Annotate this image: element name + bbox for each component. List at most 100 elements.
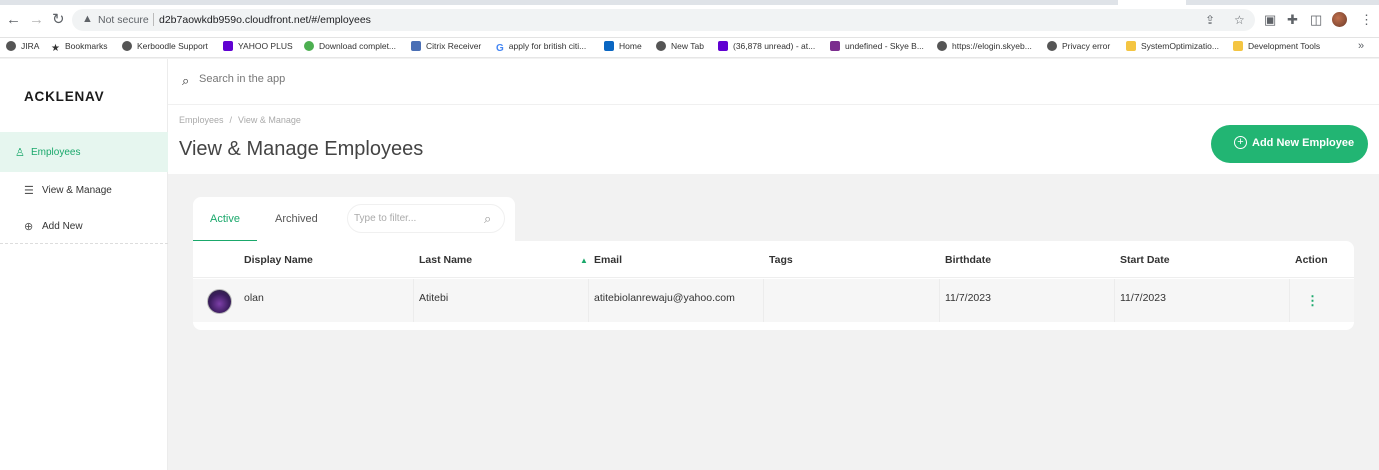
sidebar-item-label: View & Manage <box>42 185 112 196</box>
column-header-email[interactable]: Email <box>594 254 622 266</box>
globe-icon <box>122 41 132 51</box>
yahoo-icon <box>223 41 233 51</box>
bookmark-skye[interactable]: undefined - Skye B... <box>830 41 924 55</box>
skye-icon <box>830 41 840 51</box>
bookmark-label: (36,878 unread) - at... <box>733 41 816 51</box>
tab-archived[interactable]: Archived <box>275 213 318 225</box>
address-bar[interactable]: ▲ Not secure d2b7aowkdb959o.cloudfront.n… <box>72 9 1255 31</box>
puzzle-icon[interactable]: ✚ <box>1287 12 1298 28</box>
add-button-label: Add New Employee <box>1252 137 1355 149</box>
browser-toolbar: ← → ↻ ▲ Not secure d2b7aowkdb959o.cloudf… <box>0 0 1379 38</box>
sort-ascending-icon[interactable]: ▲ <box>580 256 588 265</box>
add-new-employee-button[interactable]: + Add New Employee <box>1211 125 1368 163</box>
bookmark-label: Download complet... <box>319 41 397 51</box>
breadcrumb-employees[interactable]: Employees <box>179 115 224 125</box>
bookmark-newtab[interactable]: New Tab <box>656 41 704 55</box>
column-divider <box>1114 279 1115 322</box>
employees-table: Display Name Last Name ▲ Email Tags Birt… <box>193 241 1354 330</box>
sidebar-item-view-manage[interactable]: ☰ View & Manage <box>0 181 168 201</box>
bookmark-label: Bookmarks <box>64 41 108 51</box>
column-divider <box>413 279 414 322</box>
table-header: Display Name Last Name ▲ Email Tags Birt… <box>193 241 1354 278</box>
column-header-start-date[interactable]: Start Date <box>1120 254 1170 266</box>
bookmark-home[interactable]: Home <box>604 41 642 55</box>
globe-icon <box>937 41 947 51</box>
globe-icon <box>656 41 666 51</box>
bookmark-label: Kerboodle Support <box>137 41 208 51</box>
star-icon[interactable]: ☆ <box>1234 13 1245 27</box>
cell-birthdate: 11/7/2023 <box>945 292 991 304</box>
column-header-tags[interactable]: Tags <box>769 254 793 266</box>
app-search-bar[interactable]: ⌕ Search in the app <box>168 59 1379 104</box>
bookmark-label: Development Tools <box>1248 41 1321 51</box>
bookmark-citrix[interactable]: Citrix Receiver <box>411 41 481 55</box>
bookmark-devtools[interactable]: Development Tools <box>1233 41 1320 55</box>
table-row[interactable]: olan Atitebi atitebiolanrewaju@yahoo.com… <box>193 279 1354 322</box>
url-text[interactable]: d2b7aowkdb959o.cloudfront.net/#/employee… <box>159 14 371 26</box>
filter-placeholder: Type to filter... <box>354 213 417 224</box>
app-logo[interactable]: ACKLENAV <box>24 89 104 104</box>
bookmark-kerboodle[interactable]: Kerboodle Support <box>122 41 208 55</box>
bookmark-jira[interactable]: JIRA <box>6 41 39 55</box>
forward-icon[interactable]: → <box>29 12 44 28</box>
sidebar-item-label: Employees <box>31 147 81 158</box>
bookmark-sysopt[interactable]: SystemOptimizatio... <box>1126 41 1219 55</box>
cell-last-name: Atitebi <box>419 292 449 304</box>
folder-icon <box>1126 41 1136 51</box>
avatar <box>207 289 232 314</box>
bookmark-yahoo[interactable]: YAHOO PLUS <box>223 41 293 55</box>
bookmark-british[interactable]: Gapply for british citi... <box>496 41 586 55</box>
sidebar-item-add-new[interactable]: ⊕ Add New <box>0 217 168 237</box>
breadcrumb: Employees / View & Manage <box>179 115 301 125</box>
page-header: Employees / View & Manage View & Manage Em… <box>168 104 1379 174</box>
bookmark-label: SystemOptimizatio... <box>1141 41 1219 51</box>
menu-icon[interactable]: ⋮ <box>1360 12 1373 28</box>
folder-icon <box>1233 41 1243 51</box>
globe-icon <box>6 41 16 51</box>
share-icon[interactable]: ⇪ <box>1205 13 1215 27</box>
sidebar-item-employees[interactable]: ♙ Employees <box>0 132 168 172</box>
column-header-birthdate[interactable]: Birthdate <box>945 254 991 266</box>
bookmark-privacy[interactable]: Privacy error <box>1047 41 1110 55</box>
column-header-display-name[interactable]: Display Name <box>244 254 313 266</box>
column-header-action: Action <box>1295 254 1328 266</box>
profile-avatar[interactable] <box>1332 12 1347 27</box>
sidepanel-icon[interactable]: ◫ <box>1310 12 1322 28</box>
filter-input[interactable]: Type to filter... ⌕ <box>347 204 505 233</box>
bookmark-label: Privacy error <box>1062 41 1111 51</box>
bookmark-bookmarks[interactable]: ★ Bookmarks <box>51 41 107 55</box>
bookmark-mail[interactable]: (36,878 unread) - at... <box>718 41 815 55</box>
citrix-icon <box>411 41 421 51</box>
bookmark-download[interactable]: Download complet... <box>304 41 396 55</box>
cell-display-name: olan <box>244 292 264 304</box>
column-divider <box>763 279 764 322</box>
bookmarks-bar: JIRA ★ Bookmarks Kerboodle Support YAHOO … <box>0 38 1379 58</box>
reload-icon[interactable]: ↻ <box>52 12 65 28</box>
cell-start-date: 11/7/2023 <box>1120 292 1166 304</box>
column-header-last-name[interactable]: Last Name <box>419 254 472 266</box>
search-input[interactable]: Search in the app <box>199 73 285 85</box>
omnibox-divider <box>153 13 154 26</box>
security-label[interactable]: Not secure <box>98 14 149 26</box>
download-icon <box>304 41 314 51</box>
back-icon[interactable]: ← <box>6 12 21 28</box>
bookmarks-overflow[interactable]: » <box>1358 40 1364 52</box>
plus-circle-icon: ⊕ <box>24 221 34 233</box>
bookmark-label: YAHOO PLUS <box>238 41 293 51</box>
breadcrumb-current: View & Manage <box>238 115 301 125</box>
search-icon[interactable]: ⌕ <box>182 73 189 89</box>
active-tab-edge[interactable] <box>1118 0 1186 5</box>
row-actions-icon[interactable]: ⋮ <box>1306 294 1319 308</box>
tabs-panel: Active Archived Type to filter... ⌕ <box>193 197 515 242</box>
breadcrumb-separator: / <box>229 115 233 125</box>
sidebar: ACKLENAV ♙ Employees ☰ View & Manage ⊕ A… <box>0 59 168 470</box>
search-icon: ⌕ <box>484 211 492 226</box>
extension-icon[interactable]: ▣ <box>1264 12 1276 28</box>
bookmark-elogin[interactable]: https://elogin.skyeb... <box>937 41 1032 55</box>
tab-active[interactable]: Active <box>210 213 240 225</box>
column-divider <box>588 279 589 322</box>
sidebar-divider <box>0 243 168 244</box>
warning-icon[interactable]: ▲ <box>82 13 93 25</box>
list-icon: ☰ <box>24 185 34 197</box>
user-icon: ♙ <box>15 147 25 159</box>
